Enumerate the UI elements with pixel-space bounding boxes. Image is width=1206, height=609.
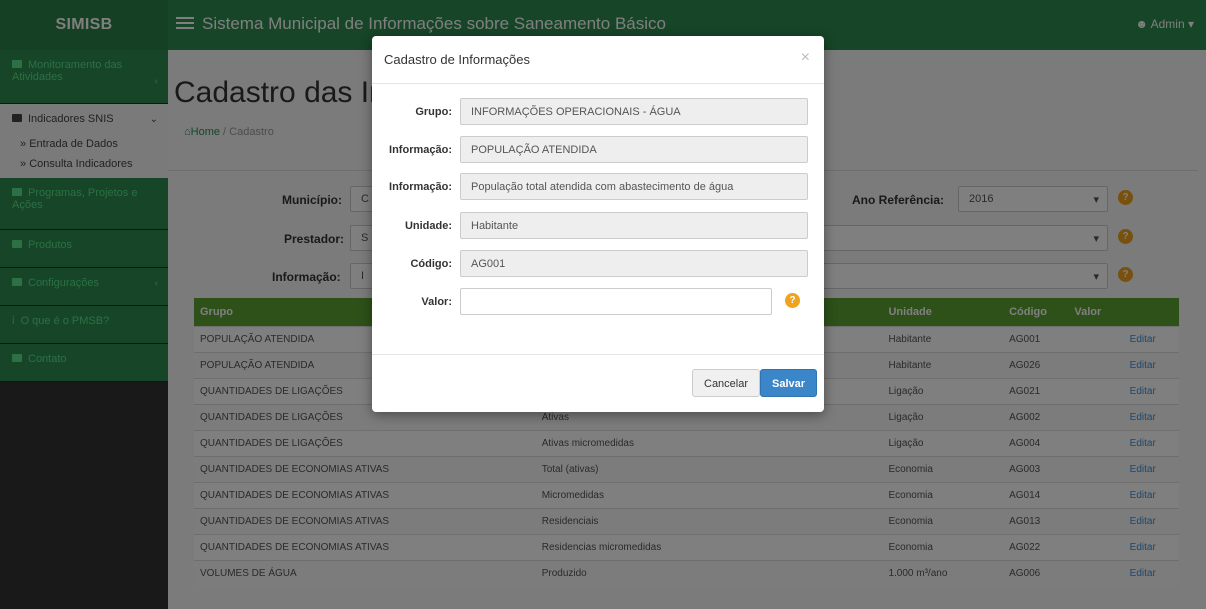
close-icon[interactable]: ×	[801, 49, 810, 67]
modal-footer-divider	[372, 354, 824, 355]
valor-input[interactable]	[460, 288, 772, 315]
cadastro-modal: Cadastro de Informações × Grupo: INFORMA…	[372, 36, 824, 412]
informacao-descricao-field: População total atendida com abastecimen…	[460, 173, 808, 200]
informacao-field: POPULAÇÃO ATENDIDA	[460, 136, 808, 163]
modal-title: Cadastro de Informações	[384, 52, 530, 67]
grupo-label: Grupo:	[415, 106, 452, 118]
informacao-descricao-label: Informação:	[389, 181, 452, 193]
help-icon[interactable]: ?	[785, 293, 800, 308]
grupo-field: INFORMAÇÕES OPERACIONAIS - ÁGUA	[460, 98, 808, 125]
unidade-label: Unidade:	[404, 220, 452, 232]
codigo-label: Código:	[410, 258, 452, 270]
informacao-label: Informação:	[389, 144, 452, 156]
codigo-field: AG001	[460, 250, 808, 277]
modal-header: Cadastro de Informações ×	[372, 36, 824, 84]
cancel-button[interactable]: Cancelar	[692, 369, 761, 397]
valor-label: Valor:	[421, 296, 452, 308]
save-button[interactable]: Salvar	[760, 369, 818, 397]
unidade-field: Habitante	[460, 212, 808, 239]
